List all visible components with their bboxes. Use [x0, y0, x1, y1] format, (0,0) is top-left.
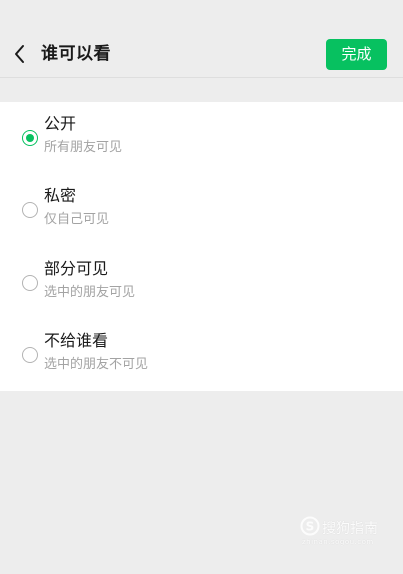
- visibility-options-list: 公开 所有朋友可见 私密 仅自己可见 部分可见 选中的朋友可见 不给谁看 选中的…: [0, 102, 403, 391]
- watermark: S 搜狗指南 zhinan.sogou.com: [300, 516, 390, 556]
- option-label: 不给谁看: [44, 331, 109, 350]
- option-partial-visible[interactable]: 部分可见 选中的朋友可见: [0, 247, 403, 319]
- chevron-left-icon: [15, 45, 24, 63]
- option-description: 选中的朋友不可见: [44, 357, 149, 372]
- option-description: 仅自己可见: [44, 212, 110, 227]
- option-description: 所有朋友可见: [44, 140, 123, 155]
- option-label: 私密: [44, 186, 77, 205]
- svg-text:S: S: [306, 520, 315, 534]
- page-title: 谁可以看: [41, 44, 111, 64]
- back-button[interactable]: [9, 41, 33, 67]
- radio-unchecked-icon[interactable]: [22, 202, 38, 218]
- done-button[interactable]: 完成: [326, 39, 387, 70]
- radio-checked-icon[interactable]: [22, 130, 38, 146]
- option-private[interactable]: 私密 仅自己可见: [0, 174, 403, 246]
- option-hide-from[interactable]: 不给谁看 选中的朋友不可见: [0, 319, 403, 391]
- radio-unchecked-icon[interactable]: [22, 347, 38, 363]
- watermark-text: 搜狗指南: [322, 521, 378, 537]
- option-label: 公开: [44, 114, 77, 133]
- option-public[interactable]: 公开 所有朋友可见: [0, 102, 403, 174]
- option-description: 选中的朋友可见: [44, 285, 136, 300]
- sogou-logo-icon: S: [300, 516, 320, 536]
- watermark-subtext: zhinan.sogou.com: [302, 538, 374, 546]
- option-label: 部分可见: [44, 259, 109, 278]
- nav-bar: 谁可以看 完成: [0, 0, 403, 78]
- radio-unchecked-icon[interactable]: [22, 275, 38, 291]
